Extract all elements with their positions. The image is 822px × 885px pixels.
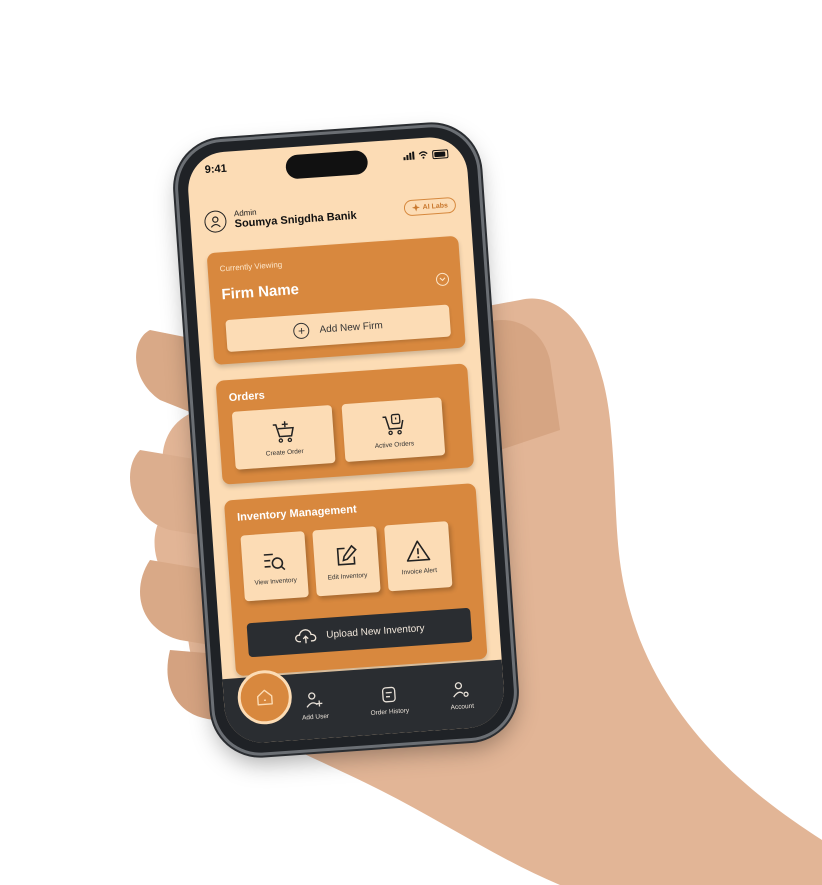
invoice-alert-tile[interactable]: Invoice Alert xyxy=(384,521,453,592)
inventory-card: Inventory Management View Inventory Edit… xyxy=(223,483,488,677)
cart-clock-icon xyxy=(382,413,404,435)
app-screen: 9:41 Admin Soumya Snigdha Banik AI Labs … xyxy=(185,134,507,746)
signal-icon xyxy=(403,151,415,161)
add-new-firm-button[interactable]: + Add New Firm xyxy=(225,304,452,353)
edit-inventory-label: Edit Inventory xyxy=(327,571,368,582)
avatar[interactable] xyxy=(203,209,228,234)
view-inventory-label: View Inventory xyxy=(254,576,298,587)
add-new-firm-label: Add New Firm xyxy=(319,319,384,336)
edit-inventory-tile[interactable]: Edit Inventory xyxy=(312,526,381,597)
ai-labs-button[interactable]: AI Labs xyxy=(403,196,457,217)
list-search-icon xyxy=(263,553,286,570)
upload-new-inventory-label: Upload New Inventory xyxy=(325,622,425,641)
nav-add-user-label: Add User xyxy=(301,712,330,722)
status-icons xyxy=(403,148,449,161)
home-icon xyxy=(256,689,273,706)
active-orders-tile[interactable]: Active Orders xyxy=(341,397,446,463)
status-time: 9:41 xyxy=(204,162,228,177)
firm-card: Currently Viewing Firm Name + Add New Fi… xyxy=(206,235,466,365)
invoice-alert-label: Invoice Alert xyxy=(401,566,438,576)
sparkle-icon xyxy=(411,203,420,212)
phone: 9:41 Admin Soumya Snigdha Banik AI Labs … xyxy=(175,124,517,756)
view-inventory-tile[interactable]: View Inventory xyxy=(240,531,309,602)
nav-account[interactable]: Account xyxy=(449,680,475,712)
active-orders-label: Active Orders xyxy=(374,439,415,450)
wifi-icon xyxy=(418,151,428,159)
cloud-upload-icon xyxy=(294,629,317,644)
user-info: Admin Soumya Snigdha Banik xyxy=(234,201,357,230)
order-history-icon xyxy=(381,686,396,703)
inventory-title: Inventory Management xyxy=(236,503,358,524)
currently-viewing-label: Currently Viewing xyxy=(219,260,283,274)
add-user-icon xyxy=(306,692,323,708)
chevron-down-icon[interactable] xyxy=(435,272,450,287)
create-order-label: Create Order xyxy=(265,447,304,458)
nav-order-history-label: Order History xyxy=(370,707,410,717)
battery-icon xyxy=(431,148,449,159)
nav-account-label: Account xyxy=(450,702,475,712)
warning-icon xyxy=(406,539,431,562)
account-settings-icon xyxy=(453,682,470,698)
orders-title: Orders xyxy=(228,389,266,405)
ai-labs-label: AI Labs xyxy=(422,201,449,211)
create-order-tile[interactable]: Create Order xyxy=(231,404,336,470)
firm-name[interactable]: Firm Name xyxy=(221,281,300,303)
app-header: Admin Soumya Snigdha Banik AI Labs xyxy=(203,188,457,239)
nav-order-history[interactable]: Order History xyxy=(369,684,410,717)
plus-circle-icon: + xyxy=(293,322,311,340)
cart-plus-icon xyxy=(272,420,294,443)
upload-new-inventory-button[interactable]: Upload New Inventory xyxy=(246,607,473,658)
nav-add-user[interactable]: Add User xyxy=(300,690,329,722)
orders-card: Orders Create Order Active Orders xyxy=(215,363,475,485)
user-icon xyxy=(210,216,221,228)
edit-icon xyxy=(336,544,357,566)
